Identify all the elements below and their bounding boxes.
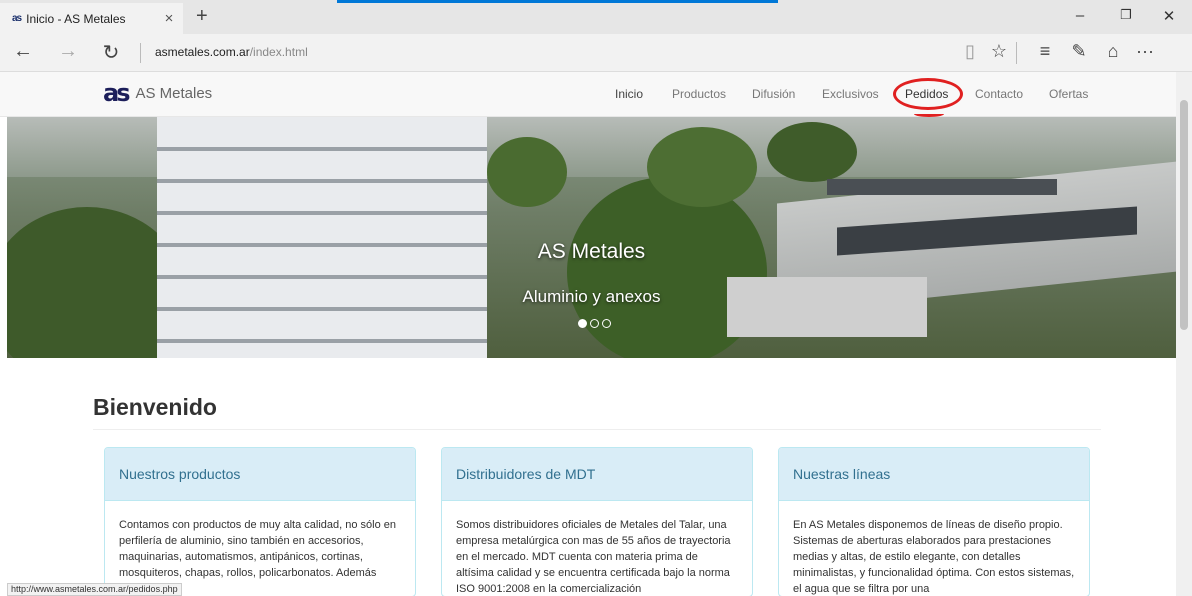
hero-trees (647, 127, 757, 207)
brand-name: AS Metales (135, 84, 213, 102)
tab-title: Inicio - AS Metales (26, 11, 126, 26)
nav-link-difusion[interactable]: Difusión (752, 87, 795, 101)
tab-bar: as Inicio - AS Metales × + – ❐ ✕ (0, 0, 1192, 34)
hub-icon[interactable]: ≡ (1030, 41, 1060, 62)
pedidos-highlight-circle (893, 78, 963, 110)
site-navbar: as AS Metales Inicio Productos Difusión … (0, 72, 1192, 117)
panel-distribuidores: Distribuidores de MDT Somos distribuidor… (441, 447, 753, 596)
panel-productos: Nuestros productos Contamos con producto… (104, 447, 416, 596)
url-separator (140, 43, 141, 63)
page-scrollbar[interactable] (1176, 72, 1192, 596)
back-arrow-icon[interactable]: ← (8, 40, 38, 63)
panel-body: Contamos con productos de muy alta calid… (119, 519, 396, 595)
share-icon[interactable]: ⌂ (1098, 41, 1128, 62)
panel-title: Nuestras líneas (779, 448, 1089, 501)
carousel-dot[interactable] (590, 319, 599, 328)
restore-button[interactable]: ❐ (1103, 7, 1149, 23)
close-tab-icon[interactable]: × (155, 10, 183, 27)
panel-body: Somos distribuidores oficiales de Metale… (456, 519, 731, 595)
hero-roof-band (827, 179, 1057, 195)
minimize-button[interactable]: – (1057, 7, 1103, 24)
hero-carousel[interactable]: AS Metales Aluminio y anexos (7, 117, 1176, 358)
welcome-heading: Bienvenido (93, 394, 217, 420)
close-window-button[interactable]: ✕ (1146, 7, 1192, 25)
more-icon[interactable]: ··· (1130, 41, 1160, 62)
web-note-icon[interactable]: ✎ (1064, 41, 1094, 62)
panel-title: Distribuidores de MDT (442, 448, 752, 501)
carousel-dot[interactable] (602, 319, 611, 328)
nav-link-productos[interactable]: Productos (672, 87, 726, 101)
browser-tab[interactable]: as Inicio - AS Metales × (0, 3, 183, 34)
loading-accent-line (337, 0, 778, 3)
address-bar: ← → ↻ asmetales.com.ar/index.html ▯ ☆ ≡ … (0, 34, 1192, 72)
scrollbar-thumb[interactable] (1180, 100, 1188, 330)
hero-title: AS Metales (537, 240, 646, 263)
hero-trees (767, 122, 857, 182)
toolbar-separator (1016, 42, 1017, 64)
nav-link-inicio[interactable]: Inicio (615, 87, 643, 101)
hero-tower (157, 117, 487, 358)
panel-lineas: Nuestras líneas En AS Metales disponemos… (778, 447, 1090, 596)
panel-body: En AS Metales disponemos de líneas de di… (793, 519, 1075, 595)
nav-link-exclusivos[interactable]: Exclusivos (822, 87, 879, 101)
nav-link-contacto[interactable]: Contacto (975, 87, 1023, 101)
favorite-star-icon[interactable]: ☆ (984, 41, 1014, 62)
reading-view-icon[interactable]: ▯ (955, 41, 985, 62)
carousel-indicators (578, 319, 611, 328)
url-field[interactable]: asmetales.com.ar/index.html (155, 45, 308, 59)
hero-low-building (727, 277, 927, 337)
brand-logo: as (103, 79, 131, 107)
hero-subtitle: Aluminio y anexos (522, 287, 661, 306)
hero-trees (487, 137, 567, 207)
nav-link-ofertas[interactable]: Ofertas (1049, 87, 1088, 101)
brand[interactable]: as AS Metales (103, 79, 213, 107)
url-domain: asmetales.com.ar (155, 45, 250, 59)
site-favicon-icon: as (12, 13, 22, 24)
carousel-dot[interactable] (578, 319, 587, 328)
divider (93, 429, 1101, 430)
refresh-icon[interactable]: ↻ (96, 40, 126, 65)
status-bar-url: http://www.asmetales.com.ar/pedidos.php (7, 583, 182, 596)
panel-title: Nuestros productos (105, 448, 415, 501)
forward-arrow-icon[interactable]: → (53, 40, 83, 63)
new-tab-button[interactable]: + (196, 5, 208, 28)
url-path: /index.html (249, 45, 308, 59)
